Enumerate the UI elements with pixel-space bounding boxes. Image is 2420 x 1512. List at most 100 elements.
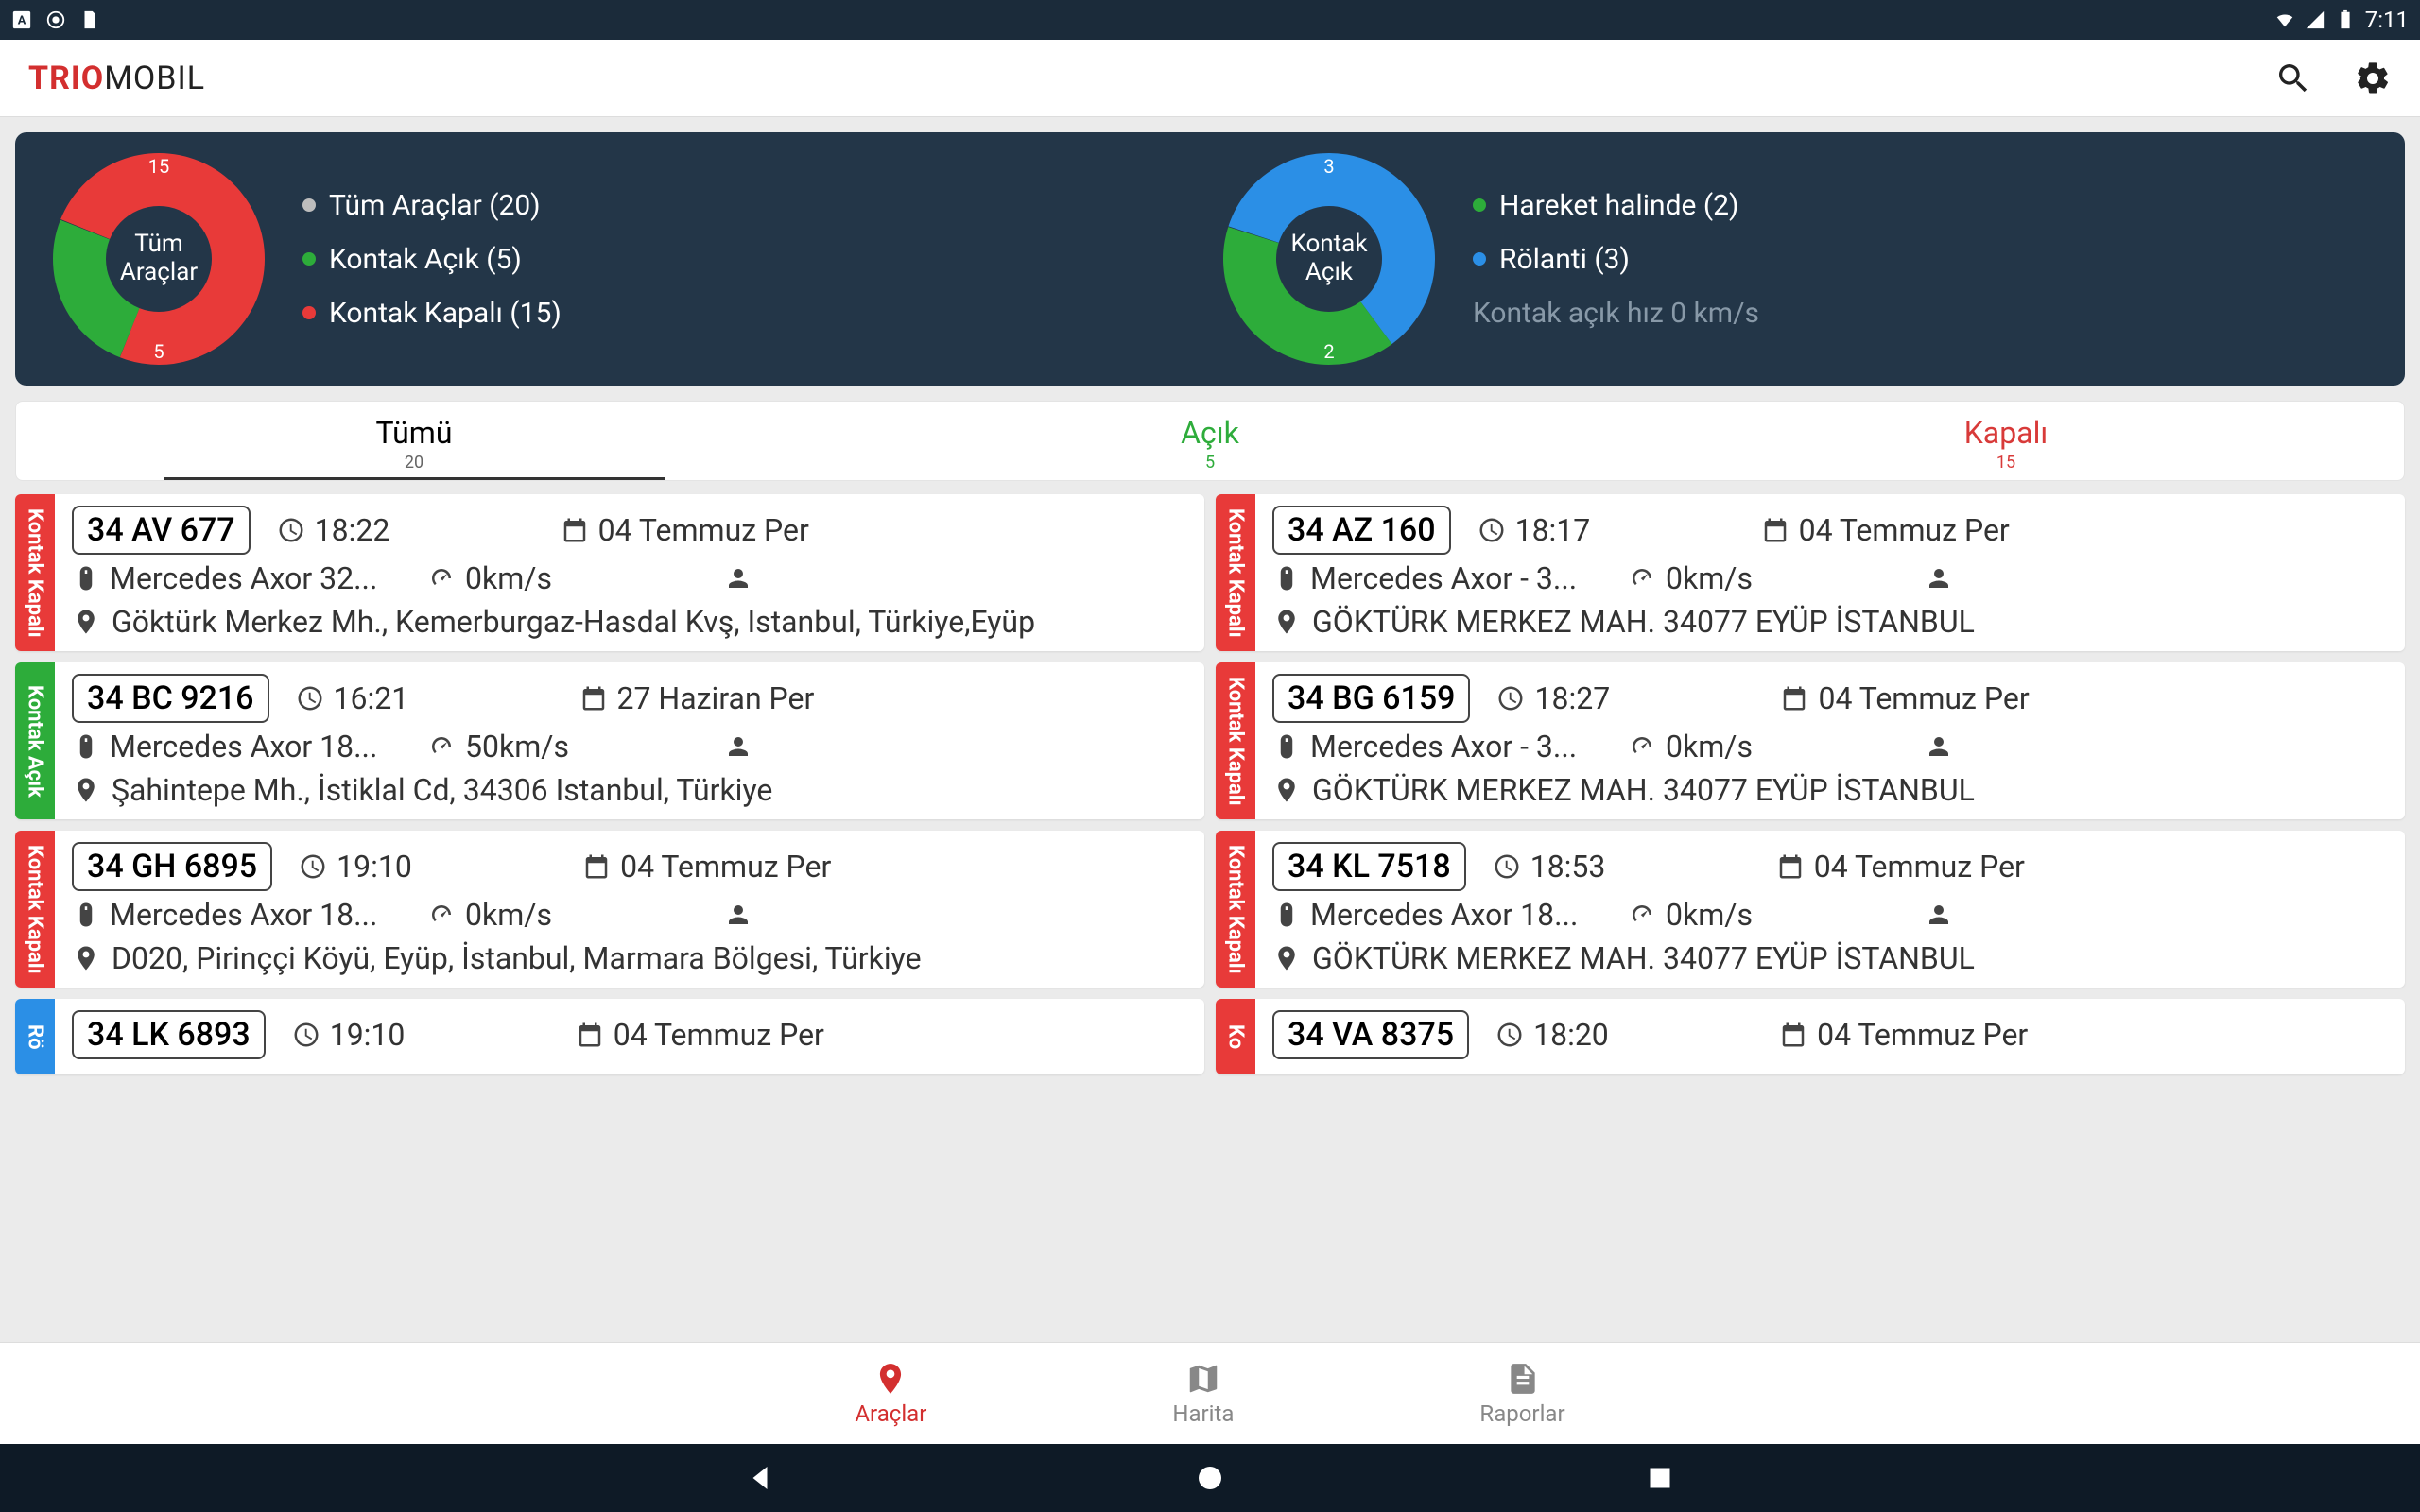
calendar-icon <box>561 516 589 544</box>
model-cell: Mercedes Axor - 3... <box>1272 729 1615 765</box>
time-value: 16:21 <box>334 680 409 716</box>
vehicle-card[interactable]: Ko 34 VA 8375 18:20 04 Temmuz Per <box>1216 999 2405 1074</box>
date-cell: 04 Temmuz Per <box>561 512 1187 548</box>
vehicle-list: Kontak Kapalı 34 AV 677 18:22 04 Temmuz … <box>15 494 2405 1074</box>
bottom-nav: Araçlar Harita Raporlar <box>0 1342 2420 1444</box>
clock-icon <box>296 684 324 713</box>
nav-reports[interactable]: Raporlar <box>1479 1361 1564 1427</box>
time-cell: 18:22 <box>277 512 561 548</box>
tab-all[interactable]: Tümü 20 <box>16 402 812 480</box>
user-icon <box>1925 564 1953 593</box>
plate: 34 LK 6893 <box>72 1010 266 1059</box>
location-icon <box>72 944 100 972</box>
status-strip: Kontak Kapalı <box>1216 494 1255 651</box>
time-value: 18:27 <box>1534 680 1610 716</box>
speed-cell: 50km/s <box>427 729 711 765</box>
speed-icon <box>427 732 456 761</box>
address-value: Göktürk Merkez Mh., Kemerburgaz-Hasdal K… <box>112 604 1035 640</box>
vehicle-card[interactable]: Kontak Kapalı 34 AZ 160 18:17 04 Temmuz … <box>1216 494 2405 651</box>
speed-icon <box>1628 901 1656 929</box>
mouse-icon <box>1272 564 1301 593</box>
address-value: GÖKTÜRK MERKEZ MAH. 34077 EYÜP İSTANBUL <box>1312 940 1975 976</box>
date-cell: 04 Temmuz Per <box>1779 1017 2388 1053</box>
status-strip: Kontak Kapalı <box>1216 662 1255 819</box>
donut-ignition-on[interactable]: Kontak Açık 3 2 Hareket halinde (2) Röla… <box>1219 149 2371 369</box>
nav-map[interactable]: Harita <box>1172 1361 1234 1427</box>
gear-icon[interactable] <box>2354 60 2392 97</box>
map-icon <box>1185 1361 1221 1397</box>
speed-value: 0km/s <box>465 560 552 596</box>
user-icon <box>724 732 752 761</box>
mouse-icon <box>72 732 100 761</box>
vehicle-card[interactable]: Kontak Kapalı 34 GH 6895 19:10 04 Temmuz… <box>15 831 1204 988</box>
status-time: 7:11 <box>2365 7 2409 33</box>
time-cell: 19:10 <box>292 1017 576 1053</box>
time-value: 18:20 <box>1533 1017 1609 1053</box>
recents-button[interactable] <box>1643 1461 1677 1495</box>
time-cell: 18:53 <box>1493 849 1776 885</box>
speed-cell: 0km/s <box>427 560 711 596</box>
speed-cell: 0km/s <box>1628 897 1911 933</box>
date-value: 04 Temmuz Per <box>614 1017 824 1053</box>
user-icon <box>1925 901 1953 929</box>
time-cell: 19:10 <box>299 849 582 885</box>
app-bar: TRIOMOBIL <box>0 40 2420 117</box>
filter-tabs: Tümü 20 Açık 5 Kapalı 15 <box>15 401 2405 481</box>
speed-cell: 0km/s <box>1628 729 1911 765</box>
speed-value: 50km/s <box>465 729 569 765</box>
location-icon <box>72 776 100 804</box>
tab-open[interactable]: Açık 5 <box>812 402 1608 480</box>
pin-icon <box>873 1361 908 1397</box>
search-icon[interactable] <box>2274 60 2312 97</box>
date-value: 27 Haziran Per <box>617 680 815 716</box>
speed-value: 0km/s <box>1666 729 1753 765</box>
calendar-icon <box>1779 1021 1807 1049</box>
date-cell: 04 Temmuz Per <box>582 849 1187 885</box>
speed-value: 0km/s <box>465 897 552 933</box>
model-value: Mercedes Axor 18... <box>110 729 377 765</box>
vehicle-card[interactable]: Kontak Kapalı 34 KL 7518 18:53 04 Temmuz… <box>1216 831 2405 988</box>
tab-closed[interactable]: Kapalı 15 <box>1608 402 2404 480</box>
time-value: 18:53 <box>1530 849 1606 885</box>
address-value: GÖKTÜRK MERKEZ MAH. 34077 EYÜP İSTANBUL <box>1312 772 1975 808</box>
vehicle-card[interactable]: Kontak Açık 34 BC 9216 16:21 27 Haziran … <box>15 662 1204 819</box>
date-value: 04 Temmuz Per <box>620 849 831 885</box>
dashboard-card: Tüm Araçlar 15 5 Tüm Araçlar (20) Kontak… <box>15 132 2405 386</box>
status-strip: Kontak Açık <box>15 662 55 819</box>
clock-icon <box>277 516 305 544</box>
date-cell: 04 Temmuz Per <box>576 1017 1187 1053</box>
status-strip: Rö <box>15 999 55 1074</box>
clock-icon <box>1495 1021 1524 1049</box>
app-logo: TRIOMOBIL <box>28 60 205 97</box>
driver-cell <box>724 901 752 929</box>
location-icon <box>1272 944 1301 972</box>
android-status-bar: A 7:11 <box>0 0 2420 40</box>
status-strip: Kontak Kapalı <box>1216 831 1255 988</box>
vehicle-card[interactable]: Rö 34 LK 6893 19:10 04 Temmuz Per <box>15 999 1204 1074</box>
donut-all-vehicles[interactable]: Tüm Araçlar 15 5 Tüm Araçlar (20) Kontak… <box>49 149 1201 369</box>
driver-cell <box>1925 564 1953 593</box>
location-icon <box>1272 608 1301 636</box>
home-button[interactable] <box>1193 1461 1227 1495</box>
legend-all: Tüm Araçlar (20) Kontak Açık (5) Kontak … <box>302 179 562 340</box>
speed-icon <box>1628 732 1656 761</box>
plate: 34 GH 6895 <box>72 842 272 891</box>
nav-vehicles[interactable]: Araçlar <box>855 1361 926 1427</box>
model-cell: Mercedes Axor 18... <box>72 729 414 765</box>
clock-icon <box>1478 516 1506 544</box>
time-cell: 18:27 <box>1496 680 1780 716</box>
vehicle-card[interactable]: Kontak Kapalı 34 AV 677 18:22 04 Temmuz … <box>15 494 1204 651</box>
vehicle-card[interactable]: Kontak Kapalı 34 BG 6159 18:27 04 Temmuz… <box>1216 662 2405 819</box>
driver-cell <box>1925 732 1953 761</box>
plate: 34 KL 7518 <box>1272 842 1466 891</box>
donut-badge-top: 15 <box>148 155 169 178</box>
address-value: D020, Pirinççi Köyü, Eyüp, İstanbul, Mar… <box>112 940 922 976</box>
model-cell: Mercedes Axor - 3... <box>1272 560 1615 596</box>
time-cell: 18:20 <box>1495 1017 1779 1053</box>
donut-badge-top: 3 <box>1323 155 1334 178</box>
driver-cell <box>724 564 752 593</box>
back-button[interactable] <box>743 1461 777 1495</box>
model-value: Mercedes Axor - 3... <box>1310 729 1577 765</box>
mouse-icon <box>72 901 100 929</box>
status-strip: Ko <box>1216 999 1255 1074</box>
